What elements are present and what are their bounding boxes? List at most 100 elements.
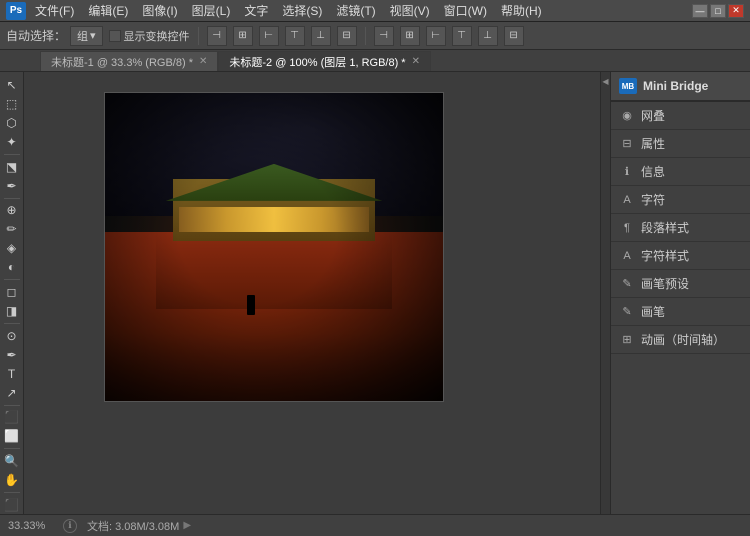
menu-edit[interactable]: 编辑(E) [85, 1, 131, 20]
tool-hand[interactable]: ✋ [2, 471, 22, 489]
menu-help[interactable]: 帮助(H) [498, 1, 545, 20]
brush-preset-label: 画笔预设 [641, 275, 689, 292]
tool-crop[interactable]: ⬔ [2, 158, 22, 176]
align-right-icon[interactable]: ⊢ [259, 26, 279, 46]
tab-close-2[interactable]: ✕ [412, 56, 420, 67]
tool-path-select[interactable]: ↗ [2, 384, 22, 402]
panel-item-network[interactable]: ◉ 网叠 [611, 102, 750, 130]
status-info-icon[interactable]: ℹ [63, 519, 77, 533]
brush-label: 画笔 [641, 303, 665, 320]
menu-window[interactable]: 窗口(W) [441, 1, 490, 20]
align-left-icon[interactable]: ⊣ [207, 26, 227, 46]
tool-pen[interactable]: ✒ [2, 346, 22, 364]
panel-item-paragraph-style[interactable]: ¶ 段落样式 [611, 214, 750, 242]
title-bar: Ps 文件(F) 编辑(E) 图像(I) 图层(L) 文字 选择(S) 滤镜(T… [0, 0, 750, 22]
tool-select-group: 自动选择： 组 ▾ [6, 26, 103, 46]
options-separator-2 [365, 27, 366, 45]
panel-collapse-bar[interactable]: ◀ [600, 72, 610, 514]
transform-label: 显示变换控件 [124, 28, 190, 44]
mini-bridge-title: Mini Bridge [643, 79, 708, 93]
char-style-label: 字符样式 [641, 247, 689, 264]
left-toolbar: ↖ ⬚ ⬡ ✦ ⬔ ✒ ⊕ ✏ ◈ ◐ ◻ ◨ ⊙ ✒ T ↗ ⬛ ⬜ 🔍 ✋ … [0, 72, 24, 514]
tool-3d[interactable]: ⬜ [2, 427, 22, 445]
distribute-icon[interactable]: ⊞ [400, 26, 420, 46]
properties-label: 属性 [641, 135, 665, 152]
panel-item-brush-preset[interactable]: ✎ 画笔预设 [611, 270, 750, 298]
panel-item-info[interactable]: ℹ 信息 [611, 158, 750, 186]
photo-canvas [105, 93, 443, 401]
ps-logo: Ps [6, 2, 26, 20]
tool-text[interactable]: T [2, 365, 22, 383]
menu-view[interactable]: 视图(V) [387, 1, 433, 20]
menu-layers[interactable]: 图层(L) [189, 1, 234, 20]
transform-checkbox-group: 显示变换控件 [109, 28, 190, 44]
tool-gradient[interactable]: ◨ [2, 302, 22, 320]
doc-size-label: 文档: 3.08M/3.08M [87, 518, 179, 534]
tool-separator-5 [4, 405, 20, 406]
tool-separator-2 [4, 198, 20, 199]
canvas-image-container [104, 92, 444, 402]
panel-item-animation[interactable]: ⊞ 动画（时间轴） [611, 326, 750, 354]
maximize-button[interactable]: □ [710, 4, 726, 18]
distribute-right-icon[interactable]: ⊢ [426, 26, 446, 46]
align-center-h-icon[interactable]: ⊥ [311, 26, 331, 46]
distribute-top-icon[interactable]: ⊤ [452, 26, 472, 46]
panel-item-properties[interactable]: ⊟ 属性 [611, 130, 750, 158]
tool-brush[interactable]: ✏ [2, 220, 22, 238]
panel-item-brush[interactable]: ✎ 画笔 [611, 298, 750, 326]
tool-clone[interactable]: ◈ [2, 239, 22, 257]
menu-filter[interactable]: 滤镜(T) [333, 1, 378, 20]
right-column: ◀ MB Mini Bridge ◉ 网叠 ⊟ 属性 ℹ 信息 A [600, 72, 750, 514]
tab-untitled-2[interactable]: 未标题-2 @ 100% (图层 1, RGB/8) * ✕ [218, 51, 431, 71]
tool-magic-wand[interactable]: ✦ [2, 133, 22, 151]
window-controls: — □ ✕ [692, 4, 744, 18]
menu-image[interactable]: 图像(I) [139, 1, 180, 20]
align-bottom-icon[interactable]: ⊟ [337, 26, 357, 46]
status-bar: 33.33% ℹ 文档: 3.08M/3.08M ▶ [0, 514, 750, 536]
tool-move[interactable]: ↖ [2, 76, 22, 94]
main-layout: ↖ ⬚ ⬡ ✦ ⬔ ✒ ⊕ ✏ ◈ ◐ ◻ ◨ ⊙ ✒ T ↗ ⬛ ⬜ 🔍 ✋ … [0, 72, 750, 514]
minimize-button[interactable]: — [692, 4, 708, 18]
tool-eraser[interactable]: ◻ [2, 283, 22, 301]
tab-untitled-1[interactable]: 未标题-1 @ 33.3% (RGB/8) * ✕ [40, 51, 218, 71]
transform-checkbox[interactable] [109, 30, 121, 42]
auto-select-label: 自动选择： [6, 27, 66, 44]
close-button[interactable]: ✕ [728, 4, 744, 18]
menu-file[interactable]: 文件(F) [32, 1, 77, 20]
tool-shape[interactable]: ⬛ [2, 408, 22, 426]
tool-dodge[interactable]: ⊙ [2, 327, 22, 345]
tool-dropdown[interactable]: 组 ▾ [70, 26, 103, 46]
align-center-v-icon[interactable]: ⊞ [233, 26, 253, 46]
panel-item-char-style[interactable]: A 字符样式 [611, 242, 750, 270]
properties-icon: ⊟ [619, 136, 635, 152]
animation-label: 动画（时间轴） [641, 331, 725, 348]
panel-item-character[interactable]: A 字符 [611, 186, 750, 214]
tool-eyedropper[interactable]: ✒ [2, 177, 22, 195]
tool-separator-6 [4, 448, 20, 449]
menu-bar: 文件(F) 编辑(E) 图像(I) 图层(L) 文字 选择(S) 滤镜(T) 视… [32, 1, 545, 20]
menu-select[interactable]: 选择(S) [279, 1, 325, 20]
mini-bridge-header[interactable]: MB Mini Bridge [611, 72, 750, 102]
menu-text[interactable]: 文字 [241, 1, 271, 20]
distribute-center-icon[interactable]: ⊥ [478, 26, 498, 46]
options-separator-1 [198, 27, 199, 45]
zoom-level: 33.33% [8, 520, 53, 532]
character-icon: A [619, 192, 635, 208]
info-icon: ℹ [619, 164, 635, 180]
tool-spot-heal[interactable]: ⊕ [2, 201, 22, 219]
align-top-icon[interactable]: ⊤ [285, 26, 305, 46]
tool-history-brush[interactable]: ◐ [2, 258, 22, 276]
tool-separator-4 [4, 323, 20, 324]
distribute-bottom-icon[interactable]: ⊟ [504, 26, 524, 46]
tool-marquee[interactable]: ⬚ [2, 95, 22, 113]
tab-close-1[interactable]: ✕ [199, 56, 207, 67]
photo-vignette [105, 93, 443, 401]
info-label: 信息 [641, 163, 665, 180]
foreground-color[interactable]: ⬛ [2, 496, 22, 514]
tab-label-1: 未标题-1 @ 33.3% (RGB/8) * [51, 54, 193, 70]
tool-zoom[interactable]: 🔍 [2, 452, 22, 470]
paragraph-style-label: 段落样式 [641, 219, 689, 236]
distribute-left-icon[interactable]: ⊣ [374, 26, 394, 46]
tool-lasso[interactable]: ⬡ [2, 114, 22, 132]
network-label: 网叠 [641, 107, 665, 124]
